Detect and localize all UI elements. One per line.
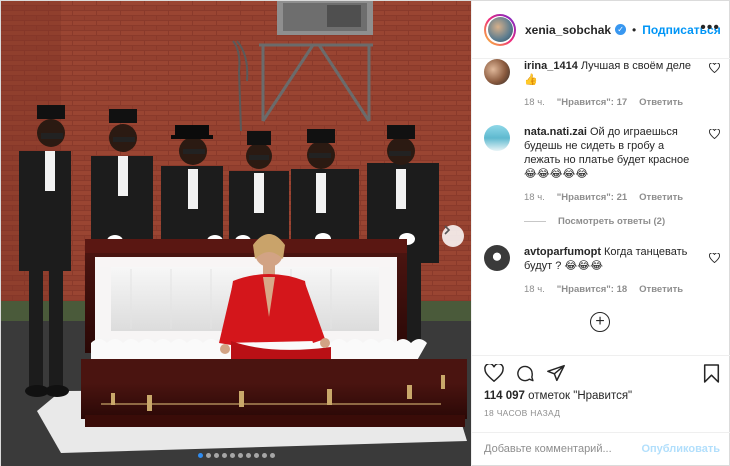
carousel-dot [261,453,267,458]
next-photo-button[interactable] [442,225,464,247]
comment-time: 18 ч. [524,192,545,203]
bookmark-icon[interactable] [703,364,720,383]
likes-number: 114 097 [484,390,525,402]
comment-meta: 18 ч. "Нравится": 18 Ответить [524,284,695,295]
comment-input[interactable] [484,443,644,455]
load-more-comments-button[interactable]: + [590,312,610,332]
like-comment-heart-icon[interactable] [709,253,720,263]
comment-body: irina_1414 Лучшая в своём деле 👍 [524,59,702,87]
instagram-post: xenia_sobchak ✓ • Подписаться ••• irina_… [0,0,730,466]
post-header: xenia_sobchak ✓ • Подписаться ••• [472,1,730,59]
reply-button[interactable]: Ответить [639,97,683,108]
comment-meta: 18 ч. "Нравится": 21 Ответить [524,192,695,203]
view-replies-label: Посмотреть ответы (2) [558,216,666,227]
likes-label: отметок "Нравится" [528,390,633,402]
comment-time: 18 ч. [524,97,545,108]
carousel-dot [205,453,211,458]
reply-button[interactable]: Ответить [639,284,683,295]
post-photo[interactable] [1,1,471,466]
comment-bubble-icon[interactable] [515,364,535,383]
commenter-avatar[interactable] [484,125,510,151]
comment-username[interactable]: avtoparfumopt [524,246,601,258]
comment-likes[interactable]: "Нравится": 17 [557,97,627,108]
share-send-icon[interactable] [546,364,566,382]
comment-likes[interactable]: "Нравится": 21 [557,192,627,203]
comment-time: 18 ч. [524,284,545,295]
commenter-avatar[interactable] [484,245,510,271]
avatar[interactable] [484,13,516,46]
post-timestamp[interactable]: 18 ЧАСОВ НАЗАД [484,408,560,418]
comments-list: irina_1414 Лучшая в своём деле 👍 18 ч. "Нр… [472,59,730,355]
author-username[interactable]: xenia_sobchak [525,23,611,37]
like-comment-heart-icon[interactable] [709,129,720,139]
view-replies-button[interactable]: Посмотреть ответы (2) [524,216,665,227]
carousel-dot [229,453,235,458]
comment-username[interactable]: nata.nati.zai [524,126,587,138]
post-actions [472,355,730,395]
chevron-right-icon [444,225,451,235]
reply-button[interactable]: Ответить [639,192,683,203]
carousel-dot [269,453,275,458]
carousel-dot [197,453,203,458]
post-side-panel: xenia_sobchak ✓ • Подписаться ••• irina_… [471,1,730,466]
replies-divider [524,221,546,222]
comment-username[interactable]: irina_1414 [524,60,578,72]
carousel-dot [253,453,259,458]
avatar-image [487,17,513,42]
add-comment-bar: Опубликовать [472,432,730,466]
carousel-dots [1,453,471,458]
more-options-icon[interactable]: ••• [700,20,720,36]
comment-body: nata.nati.zai Ой до играешься будешь не с… [524,125,702,181]
carousel-dot [213,453,219,458]
carousel-dot [221,453,227,458]
like-heart-icon[interactable] [484,364,504,382]
commenter-avatar[interactable] [484,59,510,85]
carousel-dot [237,453,243,458]
verified-badge-icon: ✓ [615,24,627,35]
header-separator: • [632,22,637,37]
plus-icon: + [595,313,605,330]
photo-illustration [1,1,471,466]
comment-meta: 18 ч. "Нравится": 17 Ответить [524,97,695,108]
likes-count[interactable]: 114 097 отметок "Нравится" [484,390,632,402]
carousel-dot [245,453,251,458]
like-comment-heart-icon[interactable] [709,63,720,73]
comment-body: avtoparfumopt Когда танцевать будут ? 😂😂😂 [524,245,702,273]
publish-button[interactable]: Опубликовать [641,443,720,455]
comment-likes[interactable]: "Нравится": 18 [557,284,627,295]
